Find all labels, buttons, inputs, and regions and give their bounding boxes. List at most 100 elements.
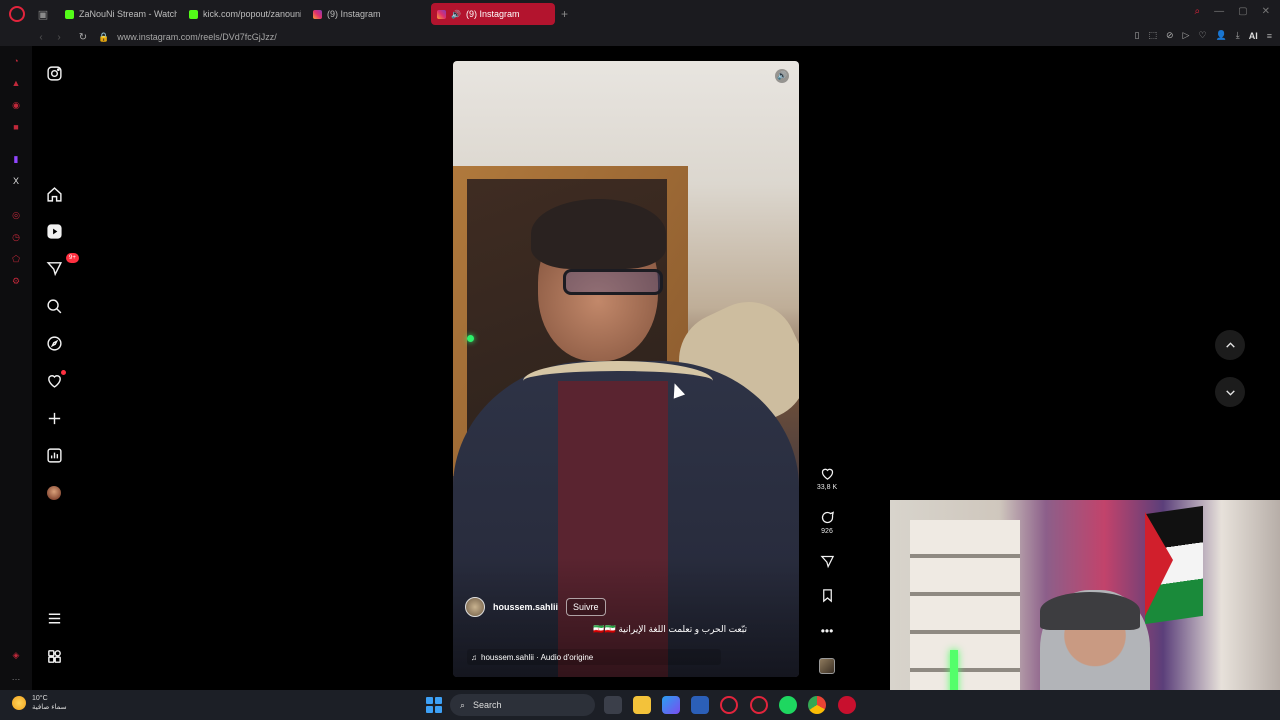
reel-video[interactable]: 🔊 houssem.sahlii Suivre تبّعت الحرب و تع… [453,61,799,677]
browser-tab-bar: ▣ ZaNouNi Stream - Watch L kick.com/popo… [0,0,1280,28]
audio-thumbnail[interactable] [812,658,842,674]
bookmark-icon[interactable]: ▯ [1135,30,1140,41]
reload-icon[interactable]: ↻ [74,32,92,43]
profile-avatar[interactable] [44,483,64,503]
search-icon[interactable] [44,296,64,316]
windows-start-icon[interactable] [426,697,442,713]
opera-gx-icon[interactable] [750,696,768,714]
heart-icon [821,468,833,480]
green-light [467,335,474,342]
also-from-meta-icon[interactable] [44,646,64,666]
adblock-icon[interactable]: ⊘ [1166,30,1174,41]
profile-icon[interactable]: 👤 [1216,30,1227,41]
tab-instagram[interactable]: (9) Instagram [307,3,431,25]
reel-caption[interactable]: تبّعت الحرب و تعلمت اللغة الإيرانية 🇮🇷🇮🇷 [593,624,747,635]
tab-instagram-active[interactable]: 🔊 (9) Instagram [431,3,555,25]
address-bar-actions: ▯ ⬚ ⊘ ▷ ♡ 👤 ⤓ AI ≡ [1135,30,1272,41]
lock-sidebar-icon[interactable]: ▲ [11,78,21,88]
play-icon[interactable]: ▷ [1183,30,1190,41]
weather-description: سماء صافية [32,704,67,711]
spotify-icon[interactable] [779,696,797,714]
reel-author: houssem.sahlii Suivre [465,597,606,617]
weather-widget[interactable]: 10°C سماء صافية [12,694,67,712]
speaker-icon[interactable]: 🔊 [451,10,461,19]
bookmarks-icon[interactable]: ■ [11,122,21,132]
opera-icon[interactable] [720,696,738,714]
opera-logo-icon[interactable] [9,6,25,22]
sun-icon [12,696,26,710]
more-menu-icon[interactable] [44,608,64,628]
store-icon[interactable] [691,696,709,714]
minimize-icon[interactable]: — [1214,6,1224,17]
settings-icon[interactable]: ⚙ [11,276,21,286]
tab-zanouni-stream[interactable]: ZaNouNi Stream - Watch L [59,3,183,25]
avatar [47,486,61,500]
reel-audio[interactable]: ♫ houssem.sahlii · Audio d'origine [467,649,721,665]
url-field[interactable]: www.instagram.com/reels/DVd7fcGjJzz/ [117,32,277,42]
comment-button[interactable]: 926 [812,510,842,535]
notification-dot [61,370,66,375]
more-options-icon[interactable]: ••• [812,624,842,638]
address-bar: ‹ › ↻ 🔒 www.instagram.com/reels/DVd7fcGj… [0,28,1280,46]
close-icon[interactable]: ✕ [1262,6,1270,17]
follow-button[interactable]: Suivre [566,598,606,616]
new-tab-button[interactable]: + [561,7,568,21]
audio-label: houssem.sahlii · Audio d'origine [481,652,594,662]
share-button[interactable] [812,554,842,569]
forward-icon[interactable]: › [50,32,68,43]
like-count: 33,8 K [816,484,838,491]
audio-cover [819,658,835,674]
messages-icon[interactable]: 9+ [44,253,79,278]
video-person [563,269,663,295]
heart-icon[interactable]: ♡ [1198,30,1206,41]
explore-icon[interactable] [44,333,64,353]
ai-button[interactable]: AI [1249,31,1258,41]
copilot-icon[interactable] [662,696,680,714]
gx-icon[interactable]: ◈ [11,650,21,660]
search-tabs-icon[interactable]: ⌕ [1195,6,1201,17]
home-icon[interactable] [44,184,64,204]
download-icon[interactable]: ⤓ [1236,30,1240,41]
webcam-flag [1145,508,1173,616]
messenger-icon[interactable]: ◉ [11,100,21,110]
tab-label: (9) Instagram [465,9,520,19]
twitch-icon[interactable]: ▮ [11,154,21,164]
notifications-icon[interactable] [44,370,66,390]
snapshot-icon[interactable]: ⬚ [1148,30,1157,41]
instagram-logo-icon[interactable] [44,63,64,83]
taskbar-search[interactable]: ⌕ Search [450,694,595,716]
previous-reel-button[interactable] [1215,330,1245,360]
instagram-nav: 9+ [32,46,79,690]
maximize-icon[interactable]: ▢ [1238,6,1247,17]
back-icon[interactable]: ‹ [32,32,50,43]
more-icon[interactable]: … [11,672,21,682]
webcam-shelf [910,520,1020,690]
workspaces-icon[interactable]: ▣ [33,4,53,24]
player-icon[interactable]: ◎ [11,210,21,220]
reels-icon[interactable] [44,221,64,241]
app-icon[interactable] [838,696,856,714]
save-button[interactable] [812,588,842,603]
history-icon[interactable]: ◔ [11,56,21,66]
tab-kick-popout[interactable]: kick.com/popout/zanouni [183,3,307,25]
tab-label: ZaNouNi Stream - Watch L [79,9,177,19]
pinboard-icon[interactable]: ⬠ [11,254,21,264]
menu-icon[interactable]: ≡ [1267,31,1272,41]
author-username[interactable]: houssem.sahlii [493,602,558,612]
task-view-icon[interactable] [604,696,622,714]
x-icon[interactable]: X [11,176,21,186]
next-reel-button[interactable] [1215,377,1245,407]
chrome-icon[interactable] [808,696,826,714]
file-explorer-icon[interactable] [633,696,651,714]
instagram-icon [437,9,446,19]
author-avatar[interactable] [465,597,485,617]
like-button[interactable]: 33,8 K [812,466,842,491]
lock-icon[interactable]: 🔒 [98,32,109,43]
clock-icon[interactable]: ◷ [11,232,21,242]
kick-icon [189,9,198,19]
dashboard-icon[interactable] [44,445,64,465]
volume-icon[interactable]: 🔊 [775,69,789,83]
create-icon[interactable] [44,408,64,428]
kick-icon [65,9,74,19]
messages-badge: 9+ [66,253,79,263]
